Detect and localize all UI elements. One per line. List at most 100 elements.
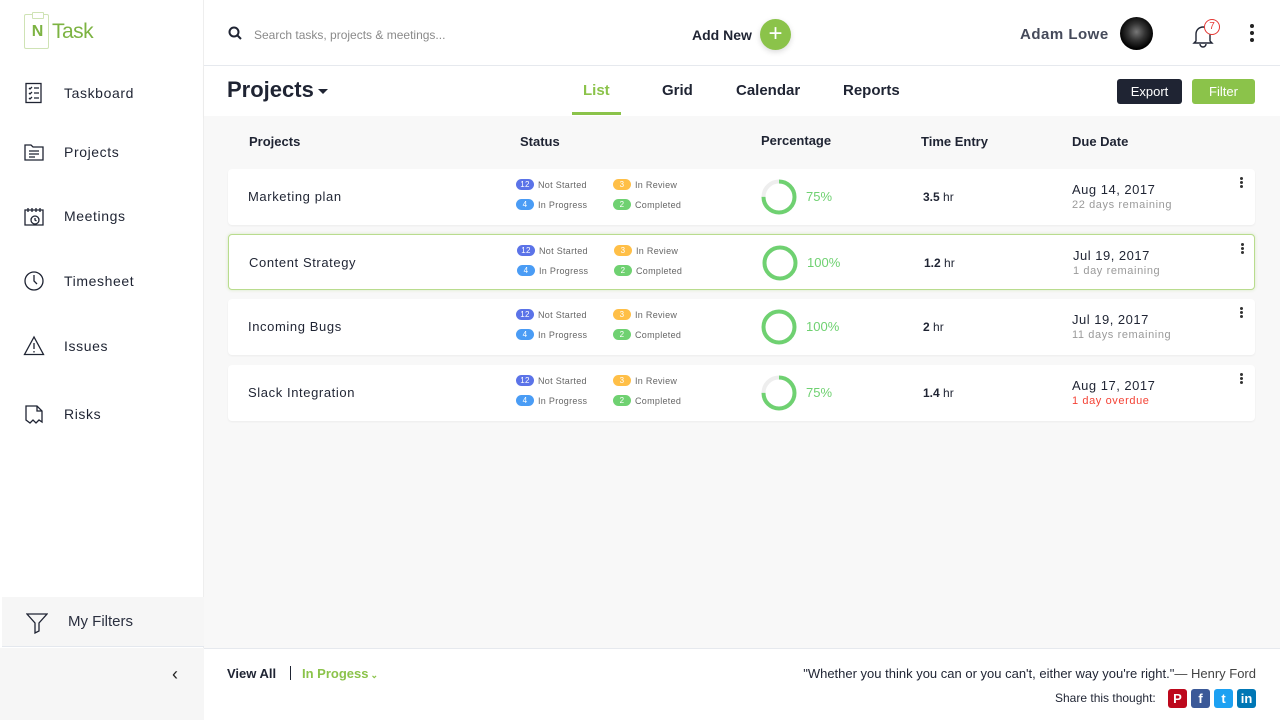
column-header-status[interactable]: Status [520, 134, 560, 149]
notification-badge: 7 [1204, 19, 1220, 35]
progress-ring [761, 375, 797, 411]
column-header-due-date[interactable]: Due Date [1072, 134, 1128, 149]
filter-button[interactable]: Filter [1192, 79, 1255, 104]
column-header-projects[interactable]: Projects [249, 134, 300, 149]
status-count-badge: 4 [516, 395, 534, 406]
table-row[interactable]: Marketing plan 12 Not Started 3 In Review 4 In… [228, 169, 1255, 225]
twitter-icon[interactable]: t [1214, 689, 1233, 708]
in-progress-dropdown[interactable]: In Progess ⌄ [302, 666, 378, 681]
status-not-started: 12 Not Started [516, 309, 587, 320]
status-count-badge: 2 [613, 395, 631, 406]
add-new-button[interactable]: + [760, 19, 791, 50]
status-count-badge: 3 [613, 375, 631, 386]
row-more-options-icon[interactable] [1238, 307, 1244, 321]
add-new-label[interactable]: Add New [692, 27, 752, 43]
time-entry: 2 hr [923, 320, 944, 334]
status-in-progress: 4 In Progress [517, 265, 588, 276]
percentage-value: 100% [807, 255, 841, 270]
row-more-options-icon[interactable] [1239, 243, 1245, 257]
status-count-badge: 4 [516, 329, 534, 340]
progress-ring [761, 309, 797, 345]
app-logo[interactable]: N Task [24, 12, 94, 49]
sidebar-item-issues[interactable]: Issues [0, 326, 204, 366]
due-date: Jul 19, 2017 [1072, 312, 1149, 327]
clock-icon [24, 271, 44, 291]
my-filters-button[interactable]: My Filters [2, 597, 204, 647]
progress-ring-fill [761, 309, 797, 345]
checklist-icon [25, 82, 42, 104]
sidebar-item-timesheet[interactable]: Timesheet [0, 261, 204, 301]
search-input[interactable] [254, 24, 554, 46]
funnel-icon [26, 613, 48, 634]
more-options-icon[interactable] [1248, 24, 1256, 46]
status-count-badge: 12 [516, 179, 534, 190]
avatar[interactable] [1120, 17, 1153, 50]
tab-grid[interactable]: Grid [662, 82, 693, 99]
status-completed: 2 Completed [613, 329, 681, 340]
due-remaining: 1 day remaining [1073, 265, 1161, 277]
status-in-progress: 4 In Progress [516, 395, 587, 406]
progress-ring [762, 245, 798, 281]
percentage-value: 100% [806, 319, 840, 334]
status-count-badge: 2 [614, 265, 632, 276]
projects-list: Projects Status Percentage Time Entry Du… [204, 116, 1280, 648]
status-not-started: 12 Not Started [517, 245, 588, 256]
status-count-badge: 3 [614, 245, 632, 256]
linkedin-icon[interactable]: in [1237, 689, 1256, 708]
status-count-badge: 12 [516, 309, 534, 320]
status-count-badge: 4 [517, 265, 535, 276]
pinterest-icon[interactable]: P [1168, 689, 1187, 708]
sidebar-item-projects[interactable]: Projects [0, 132, 204, 172]
collapse-sidebar-chevron-icon[interactable]: ‹ [172, 664, 178, 685]
status-count-badge: 4 [516, 199, 534, 210]
table-row[interactable]: Incoming Bugs 12 Not Started 3 In Review 4 In … [228, 299, 1255, 355]
status-in-review: 3 In Review [613, 309, 677, 320]
status-count-badge: 2 [613, 199, 631, 210]
project-name[interactable]: Incoming Bugs [248, 319, 342, 334]
due-remaining: 22 days remaining [1072, 199, 1173, 211]
warning-icon [23, 335, 45, 356]
tab-reports[interactable]: Reports [843, 82, 900, 99]
app-logo-text: Task [52, 19, 94, 43]
table-row[interactable]: Content Strategy 12 Not Started 3 In Review 4… [228, 234, 1255, 290]
user-name[interactable]: Adam Lowe [1020, 26, 1109, 43]
status-count-badge: 12 [516, 375, 534, 386]
time-entry: 1.2 hr [924, 256, 955, 270]
export-button[interactable]: Export [1117, 79, 1182, 104]
project-name[interactable]: Marketing plan [248, 189, 342, 204]
page-title-dropdown[interactable]: Projects [227, 77, 328, 103]
sidebar: N Task Taskboard Projects Meetings Times… [0, 0, 204, 720]
sidebar-item-taskboard[interactable]: Taskboard [0, 73, 204, 113]
status-in-progress: 4 In Progress [516, 329, 587, 340]
row-more-options-icon[interactable] [1238, 177, 1244, 191]
tab-list[interactable]: List [583, 82, 610, 99]
percentage-value: 75% [806, 189, 833, 204]
search-icon [228, 26, 242, 40]
project-name[interactable]: Content Strategy [249, 255, 356, 270]
due-date: Aug 17, 2017 [1072, 378, 1156, 393]
row-more-options-icon[interactable] [1238, 373, 1244, 387]
status-count-badge: 3 [613, 309, 631, 320]
column-header-time-entry[interactable]: Time Entry [921, 134, 988, 149]
sidebar-item-risks[interactable]: Risks [0, 394, 204, 434]
status-in-review: 3 In Review [613, 375, 677, 386]
status-in-progress: 4 In Progress [516, 199, 587, 210]
sidebar-item-meetings[interactable]: Meetings [0, 196, 204, 236]
due-remaining: 1 day overdue [1072, 395, 1150, 407]
active-tab-indicator [572, 112, 621, 115]
status-completed: 2 Completed [613, 199, 681, 210]
project-name[interactable]: Slack Integration [248, 385, 355, 400]
clipboard-logo-icon: N [24, 12, 49, 49]
divider [290, 666, 291, 680]
calendar-clock-icon [24, 208, 44, 226]
top-bar: Add New + Adam Lowe 7 [204, 0, 1280, 66]
risk-flag-icon [25, 405, 43, 424]
view-all-link[interactable]: View All [227, 666, 276, 681]
facebook-icon[interactable]: f [1191, 689, 1210, 708]
status-in-review: 3 In Review [613, 179, 677, 190]
chevron-down-icon: ⌄ [370, 670, 379, 680]
tab-calendar[interactable]: Calendar [736, 82, 800, 99]
column-header-percentage[interactable]: Percentage [761, 133, 831, 148]
due-date: Aug 14, 2017 [1072, 182, 1156, 197]
table-row[interactable]: Slack Integration 12 Not Started 3 In Review… [228, 365, 1255, 421]
